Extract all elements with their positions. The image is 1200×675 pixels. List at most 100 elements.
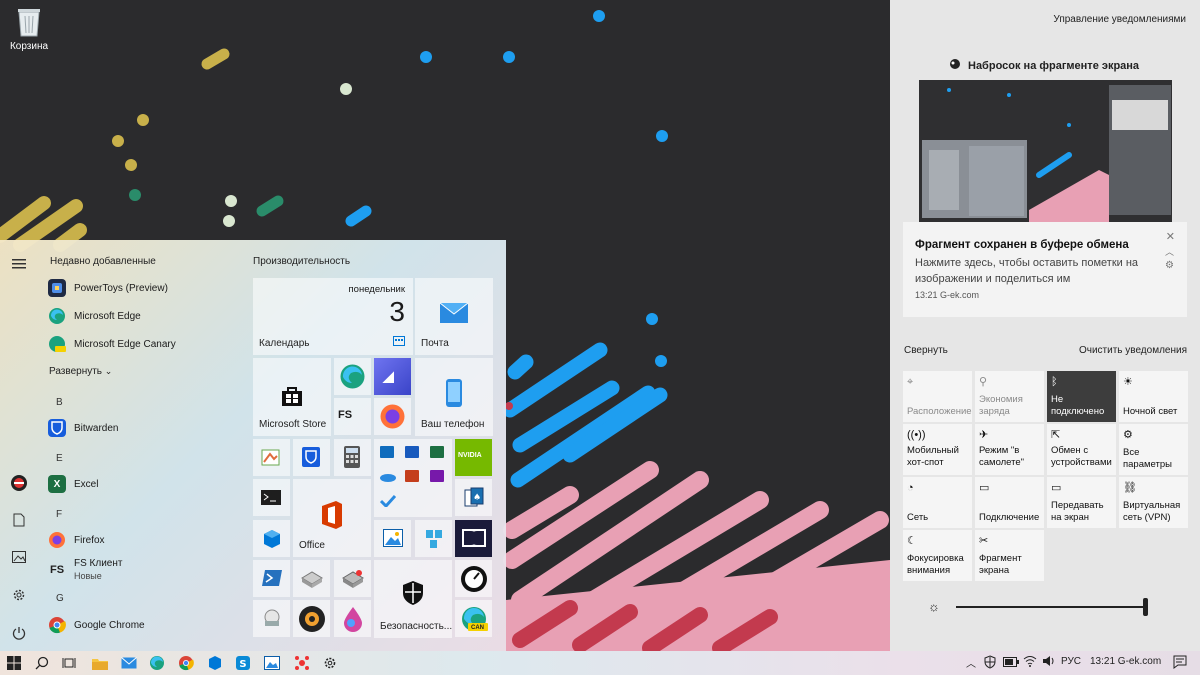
qa-project[interactable]: ▭ Передавать на экран (1047, 477, 1116, 528)
mail-icon[interactable] (120, 654, 138, 672)
qa-focus-assist[interactable]: ☾ Фокусировка внимания (903, 530, 972, 581)
task-view-icon[interactable] (60, 654, 78, 672)
tile-edge[interactable] (334, 358, 371, 395)
app-fs-client[interactable]: FS FS Клиент Новые (48, 555, 238, 585)
pictures-icon[interactable] (9, 547, 29, 567)
language-indicator[interactable]: РУС (1061, 656, 1081, 667)
tile-edge-canary[interactable]: CAN (455, 600, 492, 637)
collapse-link[interactable]: Свернуть (904, 345, 948, 356)
app-bitwarden[interactable]: Bitwarden (48, 415, 238, 441)
group-letter-b[interactable]: B (56, 397, 63, 408)
skype-icon[interactable]: S (234, 654, 252, 672)
qa-battery-saver[interactable]: ⚲ Экономия заряда (975, 371, 1044, 422)
clear-notifications-link[interactable]: Очистить уведомления (1079, 345, 1187, 356)
tile-solitaire[interactable]: ♠ (455, 479, 492, 516)
group-letter-e[interactable]: E (56, 453, 63, 464)
start-button[interactable] (5, 654, 23, 672)
chrome-icon[interactable] (177, 654, 195, 672)
qa-all-settings[interactable]: ⚙ Все параметры (1119, 424, 1188, 475)
tile-microsoft-store[interactable]: Microsoft Store (253, 358, 331, 436)
group-letter-f[interactable]: F (56, 509, 62, 520)
tile-dolby[interactable] (455, 520, 492, 557)
search-icon[interactable] (33, 654, 51, 672)
snip-app-header[interactable]: Набросок на фрагменте экрана (948, 58, 1139, 73)
tile-mail[interactable]: Почта (415, 278, 493, 355)
user-avatar-icon[interactable] (9, 473, 29, 493)
app-firefox[interactable]: Firefox (48, 527, 238, 553)
azure-cube-icon[interactable] (206, 654, 224, 672)
qa-location[interactable]: ⌖ Расположение (903, 371, 972, 422)
calendar-day: 3 (389, 296, 405, 327)
qa-nearby-sharing[interactable]: ⇱ Обмен с устройствами (1047, 424, 1116, 475)
tile-firefox[interactable] (374, 398, 411, 435)
volume-icon[interactable] (1042, 655, 1056, 670)
notification-toast[interactable]: Фрагмент сохранен в буфере обмена Нажмит… (903, 222, 1187, 317)
qa-connect[interactable]: ▭ Подключение (975, 477, 1044, 528)
expand-button[interactable]: Развернуть ⌄ (49, 366, 112, 377)
hamburger-menu-icon[interactable] (9, 254, 29, 274)
tray-overflow-chevron-icon[interactable]: ︿ (966, 655, 976, 670)
todo-icon (380, 495, 396, 507)
snip-thumbnail[interactable] (919, 80, 1172, 222)
recycle-bin-shortcut[interactable]: Корзина (6, 6, 52, 52)
qa-airplane-mode[interactable]: ✈ Режим "в самолете" (975, 424, 1044, 475)
tile-bitwarden[interactable] (293, 439, 330, 476)
tile-network-tool[interactable] (253, 600, 290, 637)
app-google-chrome[interactable]: Google Chrome (48, 612, 238, 638)
app-excel[interactable]: X Excel (48, 471, 238, 497)
onedrive-icon (380, 472, 396, 482)
app-label: FS Клиент (74, 558, 123, 569)
photos-icon[interactable] (263, 654, 281, 672)
wifi-icon[interactable] (1023, 655, 1037, 670)
tile-security[interactable]: Безопасность... (374, 560, 452, 638)
notification-settings-icon[interactable]: ⚙ (1165, 260, 1174, 271)
tile-paint3d[interactable] (334, 600, 371, 637)
app-powertoys[interactable]: PowerToys (Preview) (48, 275, 238, 301)
qa-screen-snip[interactable]: ✂ Фрагмент экрана (975, 530, 1044, 581)
clock[interactable]: 13:21 G-ek.com (1090, 656, 1161, 667)
tile-photos[interactable] (374, 520, 411, 557)
battery-icon[interactable] (1003, 657, 1019, 670)
app-microsoft-edge[interactable]: Microsoft Edge (48, 303, 238, 329)
tile-affinity[interactable]: ◢ (374, 358, 411, 395)
tile-drive-tool-2[interactable] (334, 560, 371, 597)
brightness-slider[interactable] (956, 598, 1148, 616)
tile-label: Microsoft Store (259, 419, 327, 430)
qa-vpn[interactable]: ⛓ Виртуальная сеть (VPN) (1119, 477, 1188, 528)
app-red-icon[interactable] (293, 654, 311, 672)
tile-office-apps-folder[interactable] (374, 439, 452, 517)
file-explorer-icon[interactable] (91, 654, 109, 672)
documents-icon[interactable] (9, 510, 29, 530)
tile-3d-builder[interactable] (415, 520, 452, 557)
tile-nvidia[interactable]: NVIDIA (455, 439, 492, 476)
brightness-thumb[interactable] (1143, 598, 1148, 616)
chevron-up-icon[interactable]: ︿ (1165, 245, 1174, 258)
recently-added-heading: Недавно добавленные (50, 256, 156, 267)
close-icon[interactable]: ✕ (1166, 230, 1175, 243)
tile-paint[interactable] (253, 439, 290, 476)
tile-calculator[interactable] (334, 439, 371, 476)
app-microsoft-edge-canary[interactable]: Microsoft Edge Canary (48, 331, 238, 357)
manage-notifications-link[interactable]: Управление уведомлениями (1053, 14, 1186, 25)
tile-your-phone[interactable]: Ваш телефон (415, 358, 493, 436)
tile-calendar[interactable]: понедельник 3 Календарь (253, 278, 413, 355)
power-icon[interactable] (9, 623, 29, 643)
tile-fs-client[interactable]: FS (334, 398, 371, 435)
tile-terminal[interactable] (253, 479, 290, 516)
edge-icon[interactable] (148, 654, 166, 672)
tile-azure[interactable] (253, 520, 290, 557)
qa-night-light[interactable]: ☀ Ночной свет (1119, 371, 1188, 422)
tile-media-player[interactable] (293, 600, 330, 637)
tile-office[interactable]: Office (293, 479, 371, 557)
security-shield-icon[interactable] (984, 655, 996, 672)
tile-drive-tool[interactable] (293, 560, 330, 597)
qa-bluetooth[interactable]: ᛒ Не подключено (1047, 371, 1116, 422)
qa-mobile-hotspot[interactable]: ((•)) Мобильный хот-спот (903, 424, 972, 475)
tile-powershell[interactable] (253, 560, 290, 597)
notifications-icon[interactable] (1173, 655, 1187, 672)
group-letter-g[interactable]: G (56, 593, 64, 604)
tile-speedtest[interactable] (455, 560, 492, 597)
settings-gear-icon[interactable] (9, 585, 29, 605)
qa-network[interactable]: ◔ Сеть (903, 477, 972, 528)
settings-icon[interactable] (321, 654, 339, 672)
